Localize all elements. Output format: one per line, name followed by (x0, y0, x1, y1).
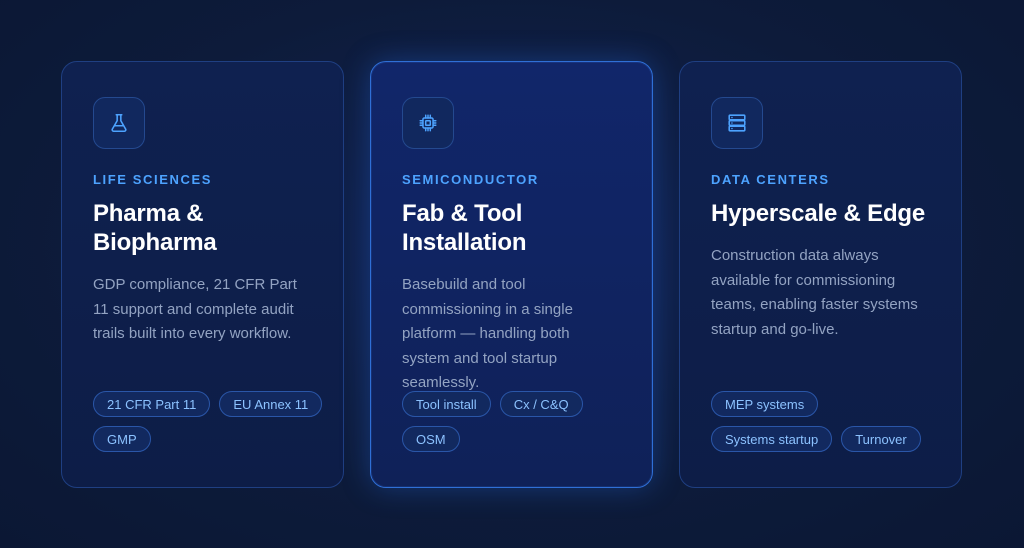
card-description: Construction data always available for c… (711, 247, 918, 338)
card-semiconductor: SEMICONDUCTOR Fab & Tool Installation Ba… (370, 61, 653, 488)
tag: EU Annex 11 (219, 391, 323, 417)
card-life-sciences: LIFE SCIENCES Pharma & Biopharma GDP com… (61, 61, 344, 488)
card-title: Pharma & Biopharma (93, 199, 312, 257)
card-eyebrow: SEMICONDUCTOR (402, 172, 539, 187)
tag-list: Tool install Cx / C&Q OSM (402, 391, 632, 452)
card-title-line: Installation (402, 229, 527, 256)
tag: OSM (402, 426, 460, 452)
card-title-line: Hyperscale & Edge (711, 200, 926, 227)
tag: MEP systems (711, 391, 819, 417)
card-title-line: Pharma & (93, 200, 204, 227)
tag: Systems startup (711, 426, 833, 452)
card-data-centers: DATA CENTERS Hyperscale & Edge Construct… (679, 61, 962, 488)
icon-box (93, 97, 145, 149)
flask-icon (111, 113, 127, 133)
tag-list: 21 CFR Part 11 EU Annex 11 GMP (93, 391, 323, 452)
tag: GMP (93, 426, 151, 452)
tag: 21 CFR Part 11 (93, 391, 211, 417)
card-title: Hyperscale & Edge (711, 199, 930, 228)
card-description: Basebuild and tool commissioning in a si… (402, 276, 573, 391)
chip-icon (419, 114, 437, 132)
card-description: GDP compliance, 21 CFR Part 11 support a… (93, 276, 297, 342)
industries-section: LIFE SCIENCES Pharma & Biopharma GDP com… (0, 0, 1024, 548)
card-title-line: Fab & Tool (402, 200, 523, 227)
card-eyebrow: LIFE SCIENCES (93, 172, 213, 187)
card-title: Fab & Tool Installation (402, 199, 621, 257)
tag: Turnover (841, 426, 921, 452)
tag: Tool install (402, 391, 491, 417)
card-eyebrow: DATA CENTERS (711, 172, 830, 187)
card-title-line: Biopharma (93, 229, 217, 256)
tag: Cx / C&Q (499, 391, 583, 417)
icon-box (711, 97, 763, 149)
icon-box (402, 97, 454, 149)
tag-list: MEP systems Systems startup Turnover (711, 391, 941, 452)
server-icon (728, 114, 746, 132)
